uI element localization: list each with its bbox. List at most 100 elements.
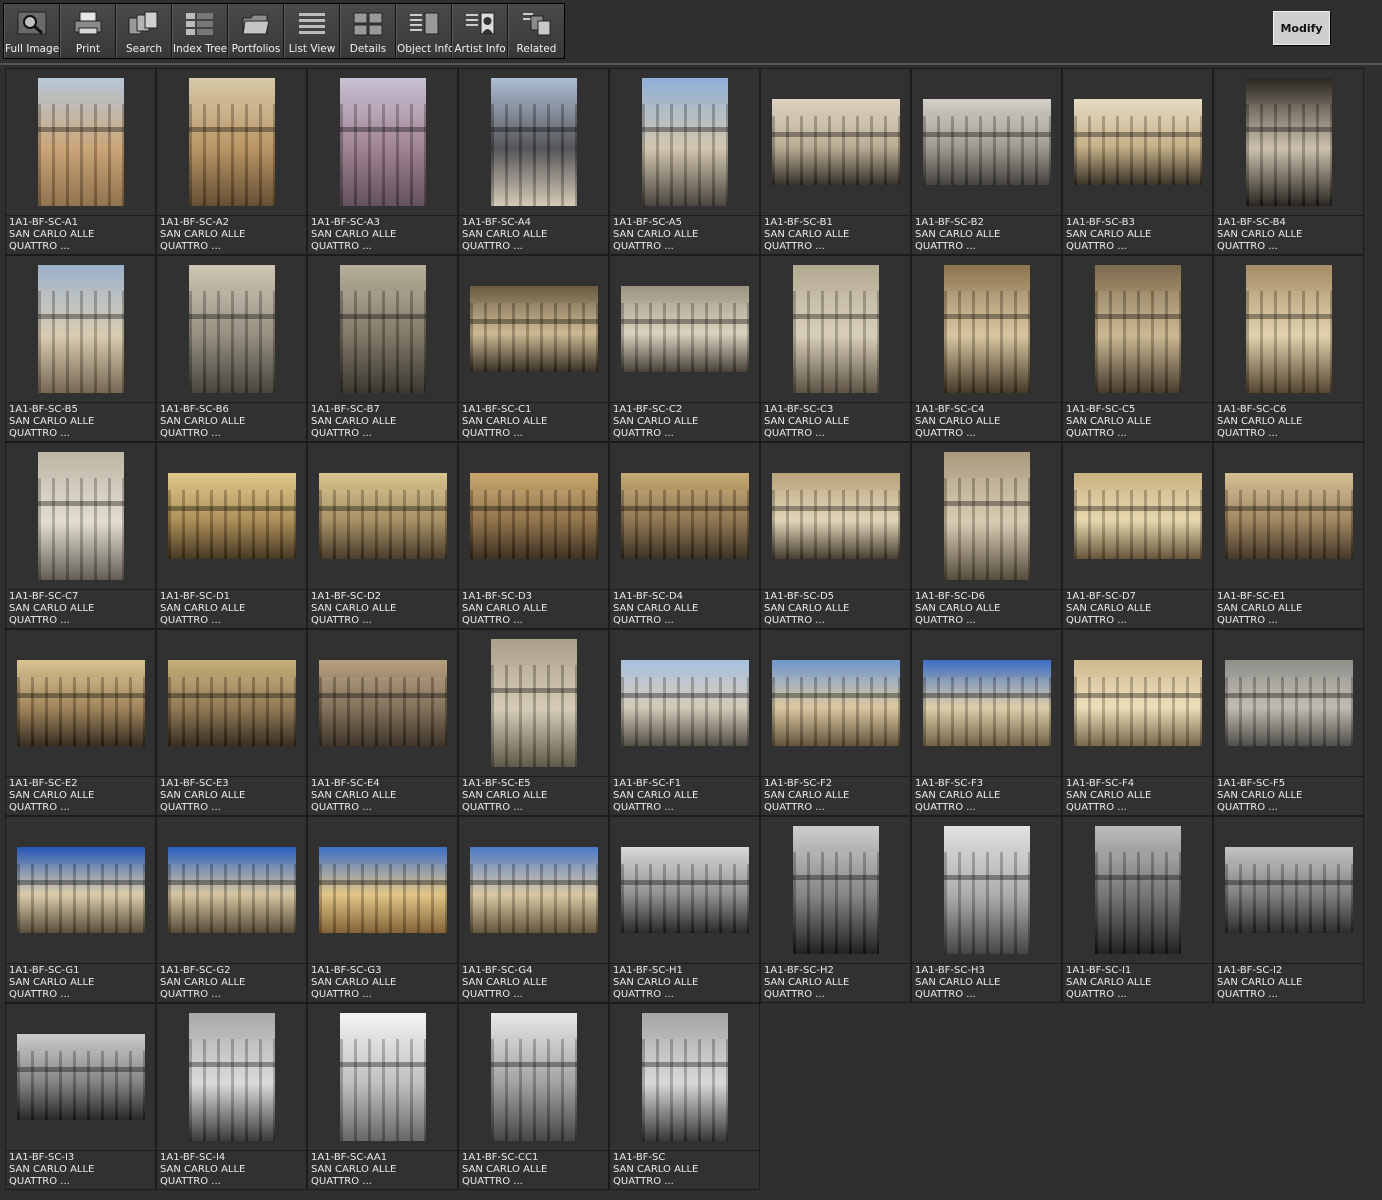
thumbnail-image[interactable] <box>16 1034 145 1120</box>
thumbnail-cell[interactable]: 1A1-BF-SC-G4 SAN CARLO ALLE QUATTRO ... <box>458 816 609 1003</box>
portfolios-button[interactable]: Portfolios <box>228 4 284 58</box>
thumbnail-cell[interactable]: 1A1-BF-SC-C6 SAN CARLO ALLE QUATTRO ... <box>1213 255 1364 442</box>
thumbnail-cell[interactable]: 1A1-BF-SC-E2 SAN CARLO ALLE QUATTRO ... <box>5 629 156 816</box>
thumbnail-cell[interactable]: 1A1-BF-SC-D1 SAN CARLO ALLE QUATTRO ... <box>156 442 307 629</box>
thumbnail-cell[interactable]: 1A1-BF-SC-C7 SAN CARLO ALLE QUATTRO ... <box>5 442 156 629</box>
thumbnail-cell[interactable]: 1A1-BF-SC-I1 SAN CARLO ALLE QUATTRO ... <box>1062 816 1213 1003</box>
thumbnail-cell[interactable]: 1A1-BF-SC-C2 SAN CARLO ALLE QUATTRO ... <box>609 255 760 442</box>
thumbnail-cell[interactable]: 1A1-BF-SC-F2 SAN CARLO ALLE QUATTRO ... <box>760 629 911 816</box>
thumbnail-image[interactable] <box>339 1013 426 1141</box>
thumbnail-image[interactable] <box>792 265 879 393</box>
thumbnail-cell[interactable]: 1A1-BF-SC-H2 SAN CARLO ALLE QUATTRO ... <box>760 816 911 1003</box>
thumbnail-image[interactable] <box>620 286 749 372</box>
thumbnail-cell[interactable]: 1A1-BF-SC-A2 SAN CARLO ALLE QUATTRO ... <box>156 68 307 255</box>
thumbnail-image[interactable] <box>771 660 900 746</box>
related-button[interactable]: Related <box>508 4 564 58</box>
thumbnail-image[interactable] <box>16 847 145 933</box>
thumbnail-image[interactable] <box>167 847 296 933</box>
thumbnail-image[interactable] <box>1073 473 1202 559</box>
thumbnail-image[interactable] <box>188 1013 275 1141</box>
thumbnail-image[interactable] <box>1224 660 1353 746</box>
thumbnail-image[interactable] <box>620 660 749 746</box>
thumbnail-cell[interactable]: 1A1-BF-SC-H1 SAN CARLO ALLE QUATTRO ... <box>609 816 760 1003</box>
thumbnail-cell[interactable]: 1A1-BF-SC-B7 SAN CARLO ALLE QUATTRO ... <box>307 255 458 442</box>
thumbnail-cell[interactable]: 1A1-BF-SC-B5 SAN CARLO ALLE QUATTRO ... <box>5 255 156 442</box>
thumbnail-image[interactable] <box>339 78 426 206</box>
thumbnail-cell[interactable]: 1A1-BF-SC-F5 SAN CARLO ALLE QUATTRO ... <box>1213 629 1364 816</box>
thumbnail-cell[interactable]: 1A1-BF-SC-G1 SAN CARLO ALLE QUATTRO ... <box>5 816 156 1003</box>
thumbnail-image[interactable] <box>490 78 577 206</box>
thumbnail-image[interactable] <box>469 847 598 933</box>
thumbnail-image[interactable] <box>922 99 1051 185</box>
object-info-button[interactable]: Object Info <box>396 4 454 58</box>
thumbnail-cell[interactable]: 1A1-BF-SC-C3 SAN CARLO ALLE QUATTRO ... <box>760 255 911 442</box>
thumbnail-image[interactable] <box>37 452 124 580</box>
thumbnail-cell[interactable]: 1A1-BF-SC-CC1 SAN CARLO ALLE QUATTRO ... <box>458 1003 609 1190</box>
thumbnail-image[interactable] <box>943 826 1030 954</box>
thumbnail-image[interactable] <box>620 473 749 559</box>
thumbnail-cell[interactable]: 1A1-BF-SC-H3 SAN CARLO ALLE QUATTRO ... <box>911 816 1062 1003</box>
thumbnail-image[interactable] <box>943 452 1030 580</box>
thumbnail-image[interactable] <box>1094 826 1181 954</box>
thumbnail-image[interactable] <box>792 826 879 954</box>
full-image-button[interactable]: Full Image <box>4 4 60 58</box>
thumbnail-cell[interactable]: 1A1-BF-SC-D5 SAN CARLO ALLE QUATTRO ... <box>760 442 911 629</box>
thumbnail-image[interactable] <box>1094 265 1181 393</box>
thumbnail-cell[interactable]: 1A1-BF-SC-G3 SAN CARLO ALLE QUATTRO ... <box>307 816 458 1003</box>
thumbnail-cell[interactable]: 1A1-BF-SC-E3 SAN CARLO ALLE QUATTRO ... <box>156 629 307 816</box>
thumbnail-image[interactable] <box>771 473 900 559</box>
thumbnail-cell[interactable]: 1A1-BF-SC SAN CARLO ALLE QUATTRO ... <box>609 1003 760 1190</box>
thumbnail-image[interactable] <box>469 286 598 372</box>
thumbnail-cell[interactable]: 1A1-BF-SC-I2 SAN CARLO ALLE QUATTRO ... <box>1213 816 1364 1003</box>
thumbnail-image[interactable] <box>37 78 124 206</box>
thumbnail-image[interactable] <box>641 78 728 206</box>
thumbnail-cell[interactable]: 1A1-BF-SC-AA1 SAN CARLO ALLE QUATTRO ... <box>307 1003 458 1190</box>
thumbnail-image[interactable] <box>1073 660 1202 746</box>
print-button[interactable]: Print <box>60 4 116 58</box>
thumbnail-cell[interactable]: 1A1-BF-SC-F3 SAN CARLO ALLE QUATTRO ... <box>911 629 1062 816</box>
thumbnail-cell[interactable]: 1A1-BF-SC-A3 SAN CARLO ALLE QUATTRO ... <box>307 68 458 255</box>
thumbnail-image[interactable] <box>188 78 275 206</box>
thumbnail-image[interactable] <box>1224 847 1353 933</box>
thumbnail-cell[interactable]: 1A1-BF-SC-B3 SAN CARLO ALLE QUATTRO ... <box>1062 68 1213 255</box>
thumbnail-cell[interactable]: 1A1-BF-SC-I4 SAN CARLO ALLE QUATTRO ... <box>156 1003 307 1190</box>
search-button[interactable]: Search <box>116 4 172 58</box>
thumbnail-cell[interactable]: 1A1-BF-SC-C5 SAN CARLO ALLE QUATTRO ... <box>1062 255 1213 442</box>
thumbnail-image[interactable] <box>16 660 145 746</box>
thumbnail-image[interactable] <box>943 265 1030 393</box>
thumbnail-image[interactable] <box>167 473 296 559</box>
thumbnail-image[interactable] <box>771 99 900 185</box>
thumbnail-cell[interactable]: 1A1-BF-SC-B2 SAN CARLO ALLE QUATTRO ... <box>911 68 1062 255</box>
thumbnail-cell[interactable]: 1A1-BF-SC-B1 SAN CARLO ALLE QUATTRO ... <box>760 68 911 255</box>
thumbnail-image[interactable] <box>490 639 577 767</box>
thumbnail-cell[interactable]: 1A1-BF-SC-F4 SAN CARLO ALLE QUATTRO ... <box>1062 629 1213 816</box>
thumbnail-cell[interactable]: 1A1-BF-SC-C1 SAN CARLO ALLE QUATTRO ... <box>458 255 609 442</box>
thumbnail-image[interactable] <box>469 473 598 559</box>
thumbnail-image[interactable] <box>620 847 749 933</box>
thumbnail-image[interactable] <box>1073 99 1202 185</box>
thumbnail-image[interactable] <box>318 660 447 746</box>
thumbnail-image[interactable] <box>641 1013 728 1141</box>
thumbnail-cell[interactable]: 1A1-BF-SC-A5 SAN CARLO ALLE QUATTRO ... <box>609 68 760 255</box>
thumbnail-cell[interactable]: 1A1-BF-SC-E4 SAN CARLO ALLE QUATTRO ... <box>307 629 458 816</box>
thumbnail-image[interactable] <box>1224 473 1353 559</box>
thumbnail-image[interactable] <box>318 473 447 559</box>
artist-info-button[interactable]: Artist Info <box>452 4 508 58</box>
thumbnail-image[interactable] <box>1245 265 1332 393</box>
thumbnail-cell[interactable]: 1A1-BF-SC-D2 SAN CARLO ALLE QUATTRO ... <box>307 442 458 629</box>
thumbnail-cell[interactable]: 1A1-BF-SC-B4 SAN CARLO ALLE QUATTRO ... <box>1213 68 1364 255</box>
thumbnail-cell[interactable]: 1A1-BF-SC-E5 SAN CARLO ALLE QUATTRO ... <box>458 629 609 816</box>
thumbnail-cell[interactable]: 1A1-BF-SC-A4 SAN CARLO ALLE QUATTRO ... <box>458 68 609 255</box>
thumbnail-cell[interactable]: 1A1-BF-SC-A1 SAN CARLO ALLE QUATTRO ... <box>5 68 156 255</box>
details-button[interactable]: Details <box>340 4 396 58</box>
list-view-button[interactable]: List View <box>284 4 340 58</box>
thumbnail-image[interactable] <box>922 660 1051 746</box>
thumbnail-cell[interactable]: 1A1-BF-SC-D6 SAN CARLO ALLE QUATTRO ... <box>911 442 1062 629</box>
thumbnail-image[interactable] <box>490 1013 577 1141</box>
index-tree-button[interactable]: Index Tree <box>172 4 228 58</box>
thumbnail-image[interactable] <box>1245 78 1332 206</box>
thumbnail-cell[interactable]: 1A1-BF-SC-B6 SAN CARLO ALLE QUATTRO ... <box>156 255 307 442</box>
modify-button[interactable]: Modify <box>1273 11 1330 45</box>
thumbnail-image[interactable] <box>318 847 447 933</box>
thumbnail-image[interactable] <box>339 265 426 393</box>
